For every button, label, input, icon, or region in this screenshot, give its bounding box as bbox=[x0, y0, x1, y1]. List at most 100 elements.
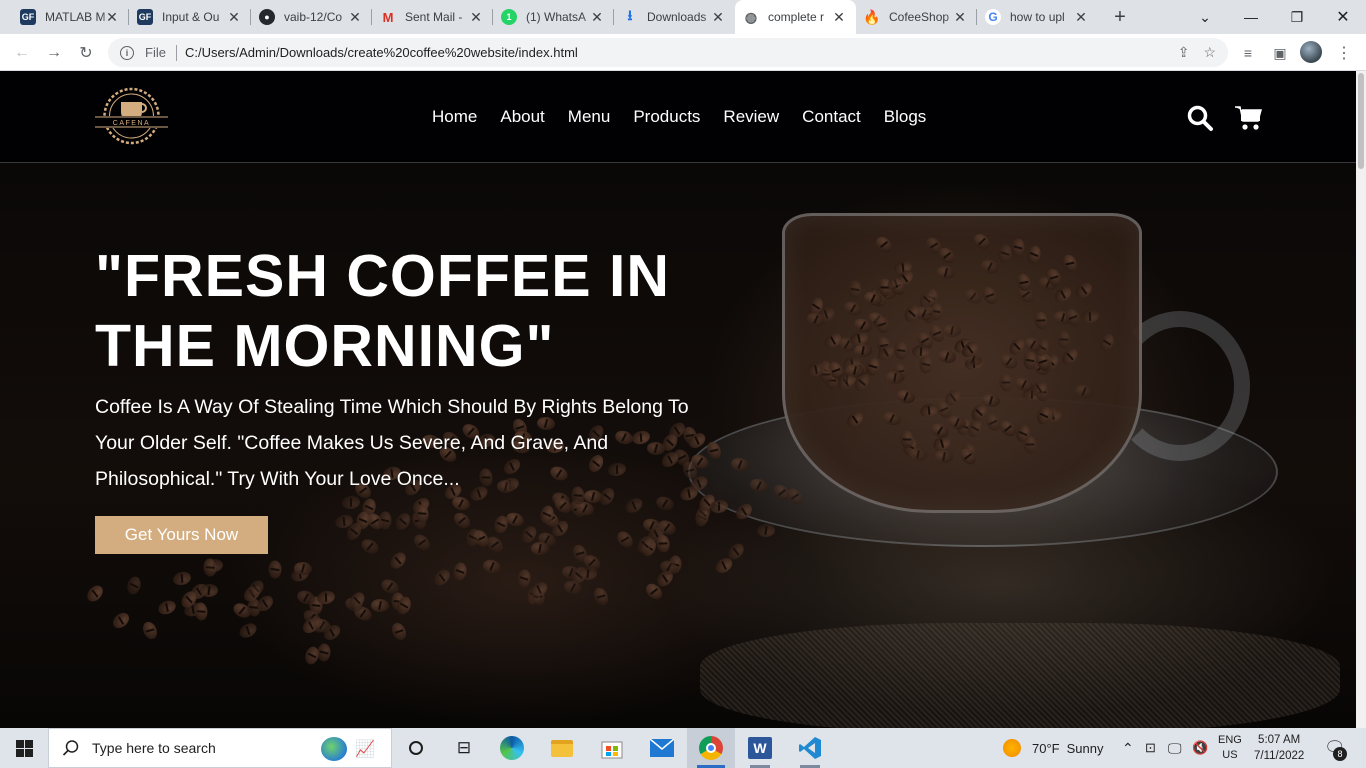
reading-list-icon[interactable]: ≡ bbox=[1234, 39, 1262, 67]
search-highlight-globe-icon[interactable] bbox=[321, 737, 347, 761]
profile-avatar[interactable] bbox=[1300, 41, 1322, 63]
close-icon[interactable]: ✕ bbox=[952, 9, 968, 25]
menu-kebab-icon[interactable]: ⋮ bbox=[1330, 39, 1358, 67]
page-viewport: CAFENA Home About Menu Products Review C… bbox=[0, 71, 1356, 728]
close-icon[interactable]: ✕ bbox=[589, 9, 605, 25]
get-yours-now-button[interactable]: Get Yours Now bbox=[95, 516, 268, 554]
nav-link-products[interactable]: Products bbox=[633, 107, 700, 127]
restore-button[interactable]: ❐ bbox=[1274, 0, 1320, 34]
coffee-bean bbox=[481, 557, 503, 575]
address-url[interactable]: C:/Users/Admin/Downloads/create%20coffee… bbox=[185, 45, 578, 60]
input-language[interactable]: ENG US bbox=[1218, 728, 1242, 768]
vscode-icon[interactable] bbox=[786, 728, 834, 768]
tab-title: Input & Ou bbox=[162, 10, 220, 24]
close-window-button[interactable]: ✕ bbox=[1320, 0, 1366, 34]
coffee-bean bbox=[109, 609, 132, 632]
volume-muted-icon[interactable]: 🔇 bbox=[1192, 728, 1208, 768]
coffee-bean bbox=[411, 531, 434, 554]
forward-button[interactable]: → bbox=[40, 39, 68, 67]
keyboard-region: US bbox=[1222, 749, 1238, 761]
nav-link-contact[interactable]: Contact bbox=[802, 107, 861, 127]
coffee-bean bbox=[756, 524, 775, 538]
notification-center-icon[interactable]: 🗨 8 bbox=[1324, 728, 1347, 768]
close-icon[interactable]: ✕ bbox=[710, 9, 726, 25]
browser-tab[interactable]: M Sent Mail - ✕ bbox=[372, 0, 493, 34]
coffee-bean bbox=[268, 559, 283, 579]
browser-tab[interactable]: ● vaib-12/Co ✕ bbox=[251, 0, 372, 34]
microsoft-store-icon[interactable] bbox=[588, 728, 636, 768]
browser-tab[interactable]: G how to upl ✕ bbox=[977, 0, 1098, 34]
browser-tab[interactable]: 1 (1) WhatsA ✕ bbox=[493, 0, 614, 34]
mail-icon[interactable] bbox=[638, 728, 686, 768]
edge-browser-icon[interactable] bbox=[488, 728, 536, 768]
nav-link-review[interactable]: Review bbox=[723, 107, 779, 127]
sun-icon bbox=[1003, 739, 1021, 757]
nav-link-about[interactable]: About bbox=[500, 107, 544, 127]
coffee-bean bbox=[886, 371, 905, 385]
widgets-icon[interactable]: ⊟ bbox=[440, 728, 488, 768]
gmail-icon: M bbox=[382, 9, 394, 25]
word-icon[interactable]: W bbox=[736, 728, 784, 768]
close-icon[interactable]: ✕ bbox=[226, 9, 242, 25]
windows-start-button[interactable] bbox=[0, 728, 48, 768]
coffee-bean bbox=[450, 494, 472, 513]
browser-tab[interactable]: GF Input & Ou ✕ bbox=[129, 0, 251, 34]
burlap-cloth bbox=[700, 623, 1340, 728]
coffee-bean bbox=[654, 533, 671, 555]
task-view-icon[interactable] bbox=[392, 728, 440, 768]
search-highlight-chart-icon[interactable]: 📈 bbox=[355, 739, 375, 759]
address-divider bbox=[175, 44, 177, 61]
hero-title: "FRESH COFFEE IN THE MORNING" bbox=[95, 243, 671, 379]
address-bar[interactable]: i File C:/Users/Admin/Downloads/create%2… bbox=[108, 38, 1228, 67]
weather-temp: 70°F bbox=[1032, 740, 1060, 756]
cart-icon[interactable] bbox=[1234, 104, 1262, 132]
coffee-bean bbox=[451, 509, 474, 532]
gfg-icon: GF bbox=[137, 9, 153, 25]
meet-now-icon[interactable]: ⊡ bbox=[1145, 728, 1156, 768]
cafena-logo[interactable]: CAFENA bbox=[95, 86, 168, 146]
close-icon[interactable]: ✕ bbox=[1073, 9, 1089, 25]
show-hidden-icons-chevron-icon[interactable]: ⌃ bbox=[1122, 728, 1134, 768]
page-scrollbar[interactable] bbox=[1356, 71, 1366, 728]
reload-button[interactable]: ↻ bbox=[72, 39, 100, 67]
tab-search-chevron-icon[interactable]: ⌄ bbox=[1182, 0, 1228, 34]
side-panel-icon[interactable]: ▣ bbox=[1266, 39, 1294, 67]
coffee-bean bbox=[452, 561, 469, 582]
back-button[interactable]: ← bbox=[8, 39, 36, 67]
new-tab-button[interactable]: + bbox=[1108, 5, 1132, 29]
close-icon[interactable]: ✕ bbox=[347, 9, 363, 25]
browser-tab[interactable]: ⭳ Downloads ✕ bbox=[614, 0, 735, 34]
browser-tab[interactable]: GF MATLAB M ✕ bbox=[12, 0, 129, 34]
language-code: ENG bbox=[1218, 734, 1242, 746]
logo-text: CAFENA bbox=[113, 120, 150, 127]
notification-count-badge: 8 bbox=[1333, 747, 1347, 761]
coffee-bean bbox=[516, 568, 532, 588]
system-clock[interactable]: 5:07 AM 7/11/2022 bbox=[1254, 728, 1304, 768]
coffee-bean bbox=[83, 582, 106, 605]
nav-link-menu[interactable]: Menu bbox=[568, 107, 611, 127]
coffee-bean bbox=[156, 598, 178, 617]
coffee-bean bbox=[579, 566, 598, 581]
coffee-bean bbox=[934, 449, 953, 463]
weather-widget[interactable]: 70°F Sunny bbox=[1003, 728, 1103, 768]
browser-tab-active[interactable]: ◍ complete r ✕ bbox=[735, 0, 856, 34]
nav-link-blogs[interactable]: Blogs bbox=[884, 107, 927, 127]
share-icon[interactable]: ⇪ bbox=[1178, 44, 1190, 61]
network-icon[interactable]: 🖵 bbox=[1168, 728, 1182, 768]
coffee-bean bbox=[202, 558, 218, 578]
taskbar-search-box[interactable]: Type here to search 📈 bbox=[48, 728, 392, 768]
browser-tab[interactable]: 🔥 CofeeShop ✕ bbox=[856, 0, 977, 34]
minimize-button[interactable]: — bbox=[1228, 0, 1274, 34]
info-icon[interactable]: i bbox=[120, 45, 134, 60]
search-icon[interactable] bbox=[1186, 104, 1214, 132]
chrome-taskbar-icon[interactable] bbox=[687, 728, 735, 768]
close-icon[interactable]: ✕ bbox=[468, 9, 484, 25]
file-explorer-icon[interactable] bbox=[538, 728, 586, 768]
scrollbar-thumb[interactable] bbox=[1358, 73, 1364, 169]
close-icon[interactable]: ✕ bbox=[104, 9, 120, 25]
bookmark-star-icon[interactable]: ☆ bbox=[1203, 44, 1216, 61]
nav-link-home[interactable]: Home bbox=[432, 107, 477, 127]
windows-logo-icon bbox=[15, 739, 33, 757]
coffee-bean bbox=[377, 510, 392, 530]
close-icon[interactable]: ✕ bbox=[831, 9, 847, 25]
